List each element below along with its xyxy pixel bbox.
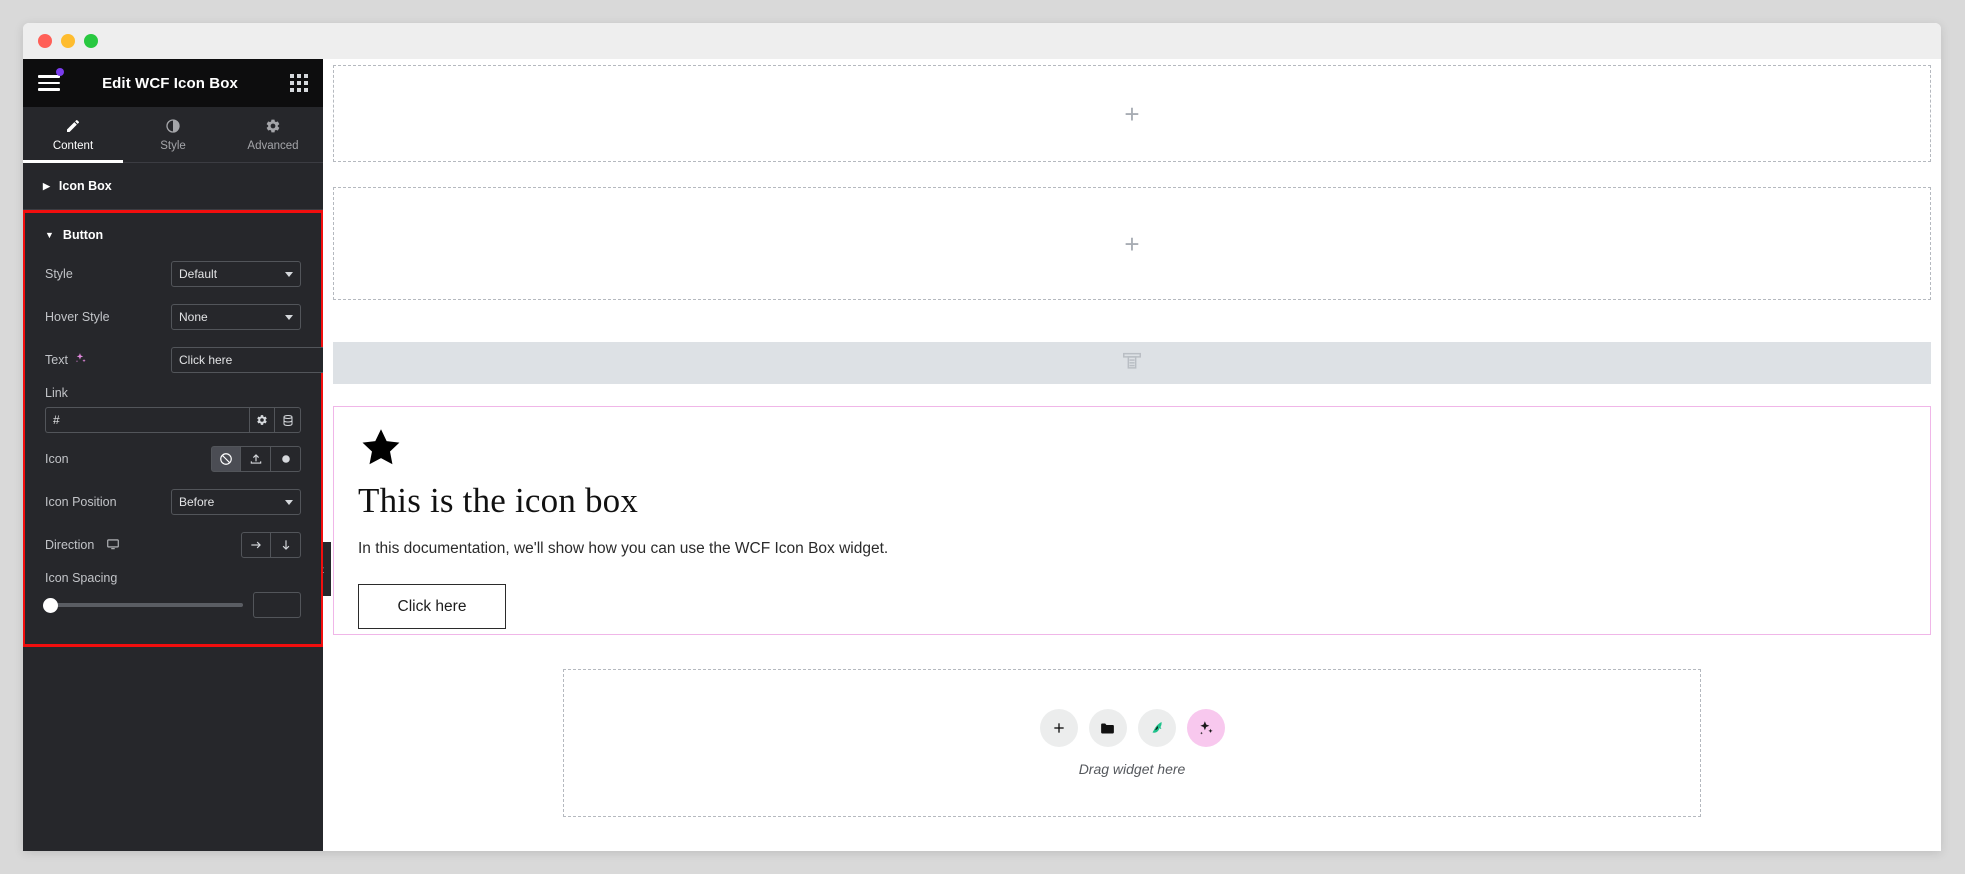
link-input[interactable] — [45, 407, 249, 433]
icon-box-description: In this documentation, we'll show how yo… — [358, 540, 889, 557]
arrow-down-icon[interactable] — [271, 532, 301, 558]
widget-drop-buttons — [1039, 709, 1225, 747]
panel-header: Edit WCF Icon Box — [23, 59, 323, 107]
section-button-header[interactable]: ▼ Button — [25, 213, 321, 257]
drop-zone-top[interactable]: + — [333, 65, 1931, 162]
chevron-down-icon — [285, 272, 293, 277]
chevron-right-icon: ▶ — [43, 180, 50, 191]
label-text-caption: Text — [45, 353, 68, 367]
editor-panel: Edit WCF Icon Box Content Style Advanced… — [23, 59, 355, 851]
direction-choice-group — [241, 532, 301, 558]
icon-box-widget[interactable]: This is the icon box In this documentati… — [333, 406, 1931, 635]
panel-collapse-tab[interactable]: ‹ — [323, 542, 331, 596]
field-row-text: Text — [25, 343, 355, 377]
slider-knob[interactable] — [43, 597, 58, 613]
hamburger-menu-icon[interactable] — [38, 68, 64, 91]
folder-icon[interactable] — [1088, 709, 1127, 747]
database-dynamic-tag-icon[interactable] — [275, 407, 301, 433]
label-icon: Icon — [45, 452, 69, 466]
widget-drop-area[interactable]: Drag widget here — [563, 669, 1701, 817]
contrast-icon — [165, 118, 181, 134]
tab-advanced[interactable]: Advanced — [223, 107, 323, 162]
window-close-button[interactable] — [38, 34, 52, 48]
section-icon-box[interactable]: ▶ Icon Box — [23, 163, 323, 210]
icon-box-title: This is the icon box — [358, 481, 639, 520]
window-titlebar — [23, 23, 1941, 59]
tab-style[interactable]: Style — [123, 107, 223, 162]
label-direction: Direction — [45, 537, 163, 554]
chevron-left-icon: ‹ — [323, 561, 324, 577]
circle-slash-icon[interactable] — [211, 446, 241, 472]
desktop-monitor-icon[interactable] — [106, 537, 120, 554]
gear-icon — [265, 118, 281, 134]
icon-box-cta-button[interactable]: Click here — [358, 584, 506, 629]
icon-position-select[interactable]: Before — [171, 489, 301, 515]
notification-dot-icon — [56, 68, 64, 76]
icon-spacing-slider[interactable] — [43, 597, 243, 613]
field-row-direction: Direction — [25, 528, 321, 562]
field-row-icon-spacing: Icon Spacing — [25, 571, 321, 585]
field-row-hover-style: Hover Style None — [25, 300, 321, 334]
widget-drop-label: Drag widget here — [1078, 761, 1186, 777]
gear-icon[interactable] — [249, 407, 275, 433]
sparkle-ai-icon[interactable] — [74, 352, 87, 368]
section-button-label: Button — [62, 228, 104, 242]
grid-apps-icon[interactable] — [290, 74, 308, 92]
panel-title: Edit WCF Icon Box — [102, 74, 238, 92]
label-icon-position: Icon Position — [45, 495, 117, 509]
text-input[interactable] — [171, 347, 341, 373]
field-row-link: Link — [25, 386, 321, 433]
window-minimize-button[interactable] — [61, 34, 75, 48]
text-widget-icon — [1121, 350, 1143, 377]
editor-canvas: + + ‹ — [323, 59, 1941, 851]
label-icon-spacing: Icon Spacing — [45, 571, 118, 585]
label-link: Link — [45, 386, 68, 400]
panel-tabs: Content Style Advanced — [23, 107, 323, 163]
plus-icon: + — [1124, 98, 1140, 129]
bird-logo-icon[interactable] — [1137, 709, 1176, 747]
section-icon-box-label: Icon Box — [58, 179, 112, 193]
label-style: Style — [45, 267, 73, 281]
style-select-value: Default — [179, 267, 218, 281]
icon-position-value: Before — [179, 495, 215, 509]
tab-content[interactable]: Content — [23, 107, 123, 163]
drop-zone-second[interactable]: + — [333, 187, 1931, 300]
browser-window: Edit WCF Icon Box Content Style Advanced… — [23, 23, 1941, 851]
tab-style-label: Style — [160, 139, 186, 152]
icon-choice-group — [211, 446, 301, 472]
upload-icon[interactable] — [241, 446, 271, 472]
tab-content-label: Content — [52, 139, 94, 152]
section-button: ▼ Button Style Default Hover Style None … — [23, 210, 355, 647]
filled-circle-icon[interactable] — [271, 446, 301, 472]
icon-spacing-input[interactable] — [253, 592, 301, 618]
pencil-icon — [65, 118, 81, 134]
label-hover-style: Hover Style — [45, 310, 110, 324]
label-direction-caption: Direction — [45, 538, 95, 552]
style-select[interactable]: Default — [171, 261, 301, 287]
plus-icon[interactable] — [1039, 709, 1078, 747]
icon-spacing-slider-row — [25, 592, 321, 618]
plus-icon: + — [1124, 228, 1140, 259]
field-row-icon-position: Icon Position Before — [25, 485, 321, 519]
label-text: Text — [45, 352, 163, 368]
star-icon — [358, 425, 404, 471]
field-row-icon: Icon — [25, 442, 321, 476]
window-maximize-button[interactable] — [84, 34, 98, 48]
hover-style-select[interactable]: None — [171, 304, 301, 330]
hover-style-select-value: None — [179, 310, 208, 324]
text-widget-placeholder[interactable] — [333, 342, 1931, 384]
arrow-right-icon[interactable] — [241, 532, 271, 558]
chevron-down-icon — [285, 500, 293, 505]
sparkle-ai-icon[interactable] — [1186, 709, 1225, 747]
chevron-down-icon: ▼ — [45, 229, 54, 240]
field-row-style: Style Default — [25, 257, 321, 291]
tab-advanced-label: Advanced — [247, 139, 299, 152]
chevron-down-icon — [285, 315, 293, 320]
